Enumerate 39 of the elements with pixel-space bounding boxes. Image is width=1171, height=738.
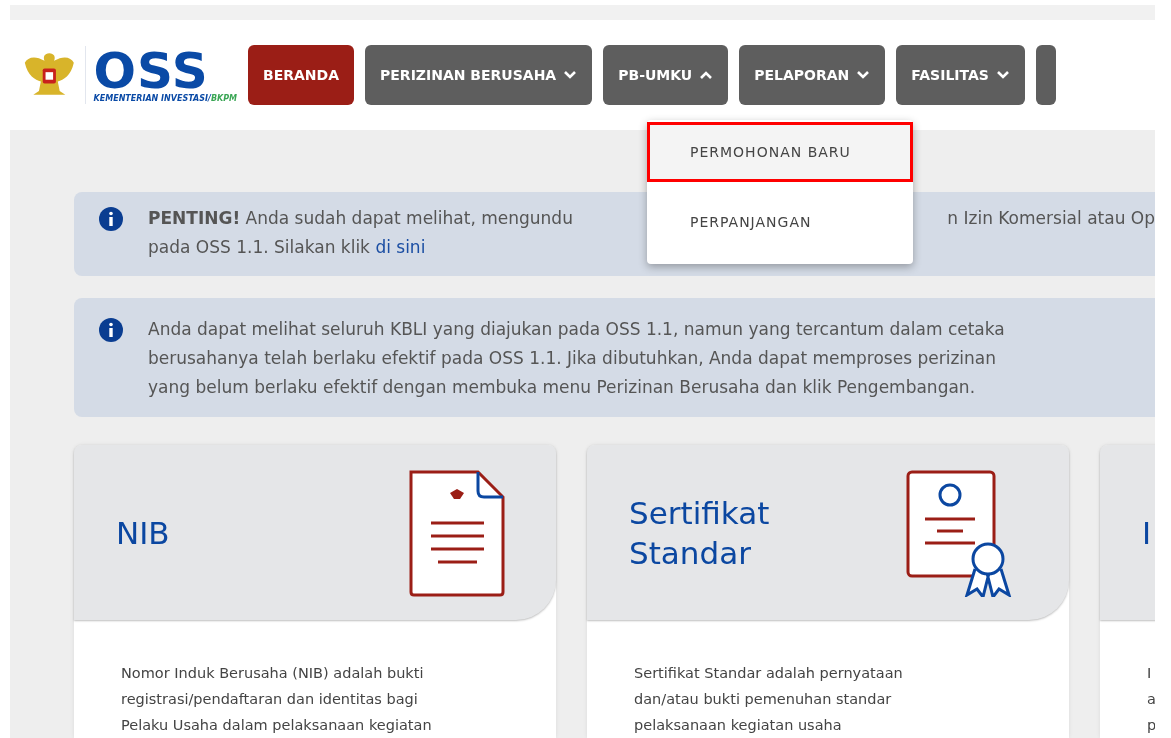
- notice-text: Anda dapat melihat seluruh KBLI yang diajukan pada OSS 1.1, namun yang tercantum dalam cetaka: [148, 318, 1006, 341]
- card-description: Nomor Induk Berusaha (NIB) adalah bukti: [121, 664, 425, 683]
- card-description: pelaksanaan kegiatan usaha: [634, 716, 843, 735]
- info-card[interactable]: I I a p: [1100, 445, 1155, 738]
- menu-item[interactable]: PERMOHONAN BARU: [647, 122, 913, 182]
- nav-button[interactable]: [1035, 45, 1056, 105]
- chevron-up-icon: [699, 70, 714, 80]
- card-description: p: [1147, 716, 1155, 735]
- info-card[interactable]: NIB Nomor Induk Berusaha (NIB) adalah bukti registrasi/pendaftaran dan identitas bagi Pelaku Usaha dalam pelaksanaan kegiatan: [74, 445, 556, 738]
- link[interactable]: di sini: [375, 237, 426, 257]
- nav-button[interactable]: PELAPORAN: [739, 45, 886, 105]
- notice-text: n Izin Komersial atau Op: [947, 207, 1155, 230]
- info-card[interactable]: Sertifikat Standar Sertifikat Standar adalah pernyataan dan/atau bukti pemenuhan standar pelaksanaan kegiatan usaha: [587, 445, 1069, 738]
- card-title: NIB: [116, 513, 171, 553]
- chevron-down-icon: [563, 70, 578, 80]
- info-icon: [98, 317, 124, 343]
- card-description: dan/atau bukti pemenuhan standar: [634, 690, 893, 709]
- notice-text: berusahanya telah berlaku efektif pada OSS 1.1. Jika dibutuhkan, Anda dapat memproses perizinan: [148, 347, 997, 370]
- notice-text: pada OSS 1.1. Silakan klik: [148, 237, 371, 257]
- card-description: Sertifikat Standar adalah pernyataan: [634, 664, 904, 683]
- info-icon: [98, 206, 124, 232]
- notice-text: yang belum berlaku efektif dengan membuka menu Perizinan Berusaha dan klik Pengembangan.: [148, 376, 977, 399]
- card-description: a: [1147, 690, 1155, 709]
- chevron-down-icon: [856, 70, 871, 80]
- card-title: Sertifikat Standar: [629, 493, 771, 573]
- nav-button[interactable]: PERIZINAN BERUSAHA: [365, 45, 593, 105]
- card-description: Pelaku Usaha dalam pelaksanaan kegiatan: [121, 716, 433, 735]
- logo-subtitle: KEMENTERIAN INVESTASI/BKPM: [93, 93, 237, 103]
- notice-text: PENTING! Anda sudah dapat melihat, mengundu: [148, 207, 573, 230]
- card-description: I: [1147, 664, 1153, 683]
- nav-button[interactable]: BERANDA: [248, 45, 355, 105]
- nav-button[interactable]: PB-UMKU: [603, 45, 729, 105]
- document-icon: [408, 468, 506, 597]
- nav-button[interactable]: FASILITAS: [896, 45, 1025, 105]
- chevron-down-icon: [995, 70, 1010, 80]
- menu-item[interactable]: PERPANJANGAN: [647, 192, 913, 252]
- logo-text: OSS: [93, 47, 209, 94]
- card-description: registrasi/pendaftaran dan identitas bagi: [121, 690, 419, 709]
- card-title: I: [1142, 513, 1153, 553]
